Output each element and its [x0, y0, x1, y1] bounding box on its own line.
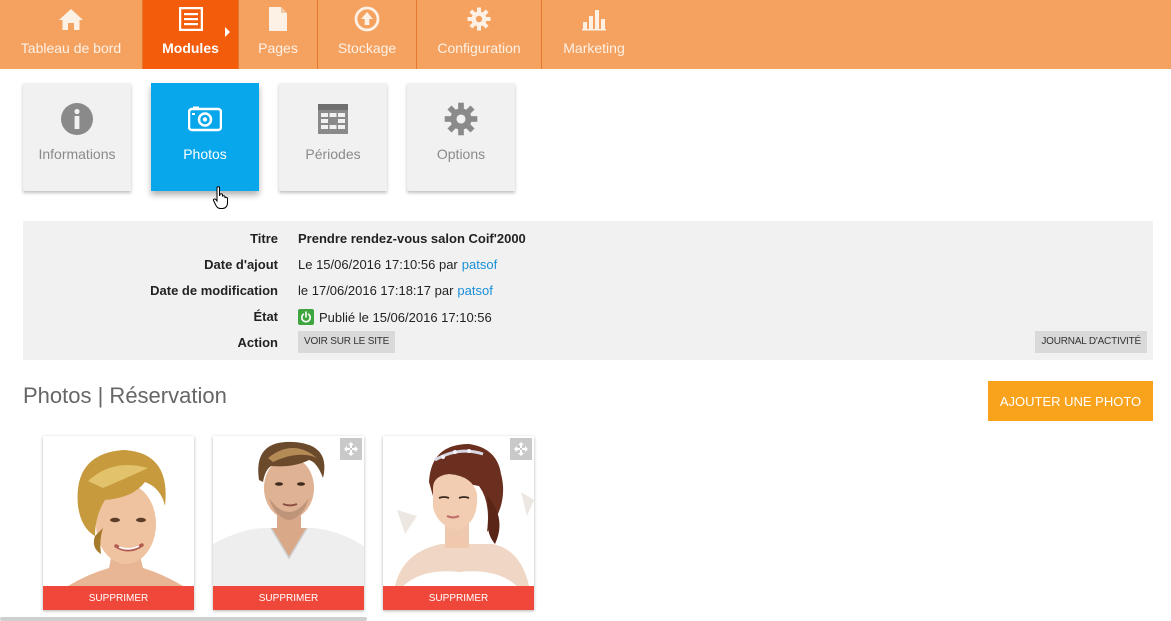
activity-log-button[interactable]: JOURNAL D'ACTIVITÉ: [1035, 331, 1147, 353]
delete-photo-button[interactable]: SUPPRIMER: [213, 586, 364, 610]
nav-label: Tableau de bord: [20, 40, 122, 56]
tab-label: Options: [436, 146, 486, 162]
titre-value: Prendre rendez-vous salon Coif'2000: [298, 231, 526, 246]
nav-item-configuration[interactable]: Configuration: [417, 0, 542, 69]
info-row-date-ajout: Date d'ajout Le 15/06/2016 17:10:56 par …: [23, 253, 1153, 279]
view-on-site-button[interactable]: VOIR SUR LE SITE: [298, 331, 396, 353]
nav-label: Configuration: [437, 40, 521, 56]
hand-cursor-icon: [212, 186, 230, 215]
power-icon: [298, 309, 314, 325]
top-navigation: Tableau de bord Modules Pages Stockage C…: [0, 0, 1171, 69]
upload-icon: [354, 6, 380, 32]
module-info-panel: Titre Prendre rendez-vous salon Coif'200…: [23, 221, 1153, 360]
info-row-date-modification: Date de modification le 17/06/2016 17:18…: [23, 279, 1153, 305]
list-icon: [178, 6, 203, 32]
tab-label: Informations: [38, 146, 116, 162]
photo-card: SUPPRIMER: [43, 436, 194, 610]
horizontal-scrollbar[interactable]: [0, 617, 367, 621]
add-photo-button[interactable]: AJOUTER UNE PHOTO: [988, 381, 1153, 421]
tab-periodes[interactable]: Périodes: [279, 83, 387, 191]
tab-label: Photos: [183, 146, 227, 162]
module-tabs: Informations Photos Périodes Options: [23, 83, 515, 191]
date-modification-label: Date de modification: [150, 283, 278, 298]
bar-chart-icon: [581, 6, 607, 32]
caret-right-icon: [225, 27, 230, 37]
move-icon[interactable]: [340, 438, 362, 460]
delete-photo-button[interactable]: SUPPRIMER: [43, 586, 194, 610]
tab-label: Périodes: [305, 146, 361, 162]
date-modification-value: le 17/06/2016 17:18:17 par patsof: [298, 283, 493, 298]
etat-label: État: [253, 309, 278, 324]
gear-icon: [444, 102, 478, 136]
info-row-titre: Titre Prendre rendez-vous salon Coif'200…: [23, 227, 1153, 253]
section-title: Photos | Réservation: [23, 383, 227, 408]
titre-label: Titre: [250, 231, 278, 246]
tab-options[interactable]: Options: [407, 83, 515, 191]
nav-item-dashboard[interactable]: Tableau de bord: [0, 0, 143, 69]
info-row-etat: État Publié le 15/06/2016 17:10:56: [23, 305, 1153, 331]
info-icon: [60, 102, 94, 136]
nav-item-stockage[interactable]: Stockage: [318, 0, 417, 69]
page-icon: [268, 6, 288, 32]
status-text: Publié le 15/06/2016 17:10:56: [319, 309, 492, 325]
date-ajout-label: Date d'ajout: [204, 257, 278, 272]
nav-label: Stockage: [337, 40, 397, 56]
date-ajout-value: Le 15/06/2016 17:10:56 par patsof: [298, 257, 497, 272]
tab-photos[interactable]: Photos: [151, 83, 259, 191]
photo-thumbnail[interactable]: [43, 436, 194, 586]
author-link[interactable]: patsof: [462, 257, 497, 272]
nav-item-modules[interactable]: Modules: [143, 0, 239, 69]
nav-label: Pages: [258, 40, 298, 56]
delete-photo-button[interactable]: SUPPRIMER: [383, 586, 534, 610]
action-label: Action: [237, 335, 278, 350]
info-row-action: Action VOIR SUR LE SITE: [23, 330, 1153, 356]
nav-label: Modules: [162, 40, 219, 56]
gear-icon: [467, 6, 491, 32]
etat-value: Publié le 15/06/2016 17:10:56: [298, 309, 492, 325]
photo-card: SUPPRIMER: [383, 436, 534, 610]
date-modification-text: le 17/06/2016 17:18:17 par: [298, 283, 454, 298]
date-ajout-text: Le 15/06/2016 17:10:56 par: [298, 257, 458, 272]
action-value: VOIR SUR LE SITE: [298, 331, 396, 353]
move-icon[interactable]: [510, 438, 532, 460]
camera-icon: [188, 102, 222, 136]
nav-label: Marketing: [563, 40, 625, 56]
tab-informations[interactable]: Informations: [23, 83, 131, 191]
calendar-grid-icon: [317, 102, 349, 136]
photo-card: SUPPRIMER: [213, 436, 364, 610]
nav-item-marketing[interactable]: Marketing: [542, 0, 646, 69]
nav-item-pages[interactable]: Pages: [239, 0, 318, 69]
home-icon: [58, 6, 84, 32]
editor-link[interactable]: patsof: [457, 283, 492, 298]
